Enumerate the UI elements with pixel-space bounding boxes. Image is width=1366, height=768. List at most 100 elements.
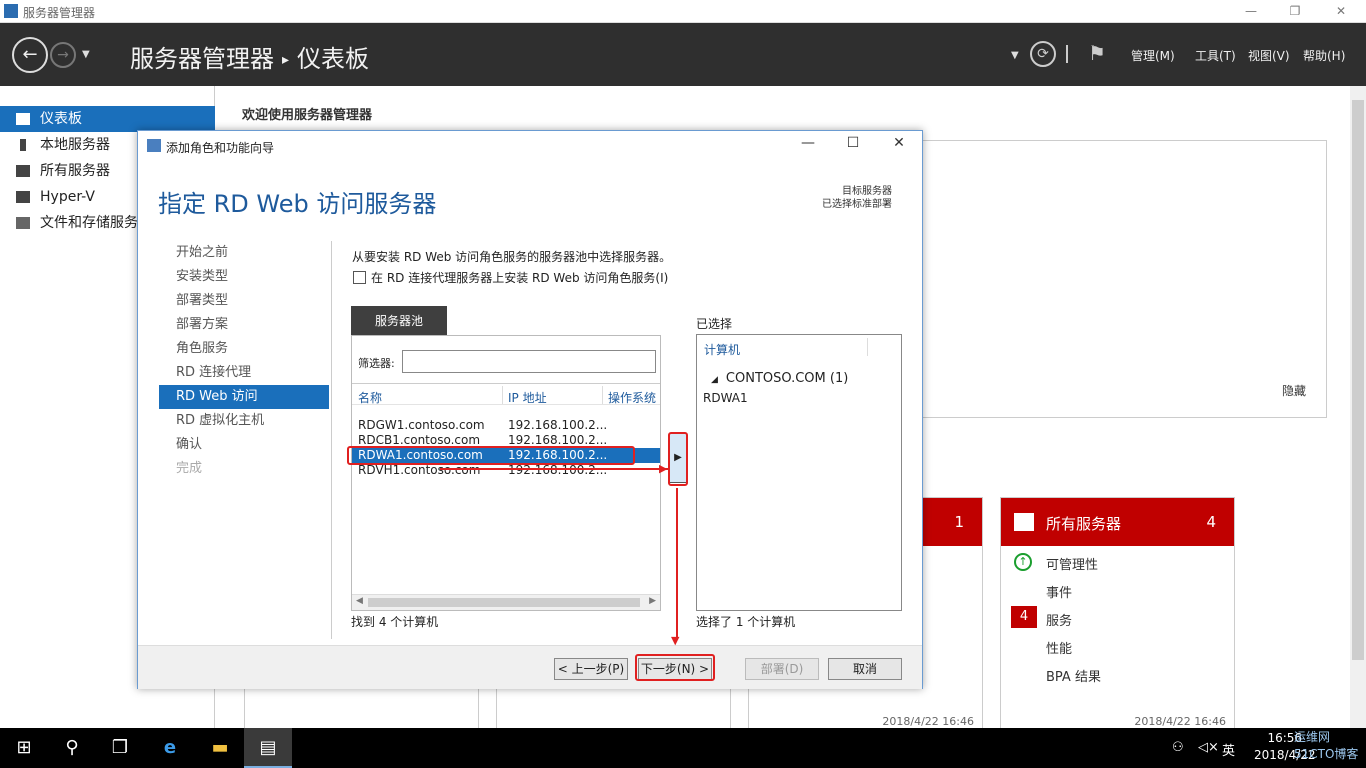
scroll-right-icon[interactable]: ▶ xyxy=(649,596,656,606)
server-name: RDGW1.contoso.com xyxy=(358,418,485,432)
internet-explorer-icon[interactable]: e xyxy=(146,728,194,768)
all-servers-tile-icon xyxy=(1014,513,1034,531)
annotation-highlight-add-button xyxy=(668,432,688,486)
dialog-maximize-button[interactable]: ☐ xyxy=(838,135,868,151)
input-method-indicator[interactable]: 英 xyxy=(1222,740,1235,759)
dialog-heading: 指定 RD Web 访问服务器 xyxy=(158,190,437,218)
scrollbar-thumb[interactable] xyxy=(1352,100,1364,660)
sidebar-item-label: 所有服务器 xyxy=(40,163,110,179)
annotation-highlight-next-button xyxy=(635,654,715,681)
cancel-button[interactable]: 取消 xyxy=(828,658,902,680)
annotation-arrow-horizontal xyxy=(440,468,668,470)
all-servers-tile-title: 所有服务器 xyxy=(1046,515,1122,533)
install-on-broker-label[interactable]: 在 RD 连接代理服务器上安装 RD Web 访问角色服务(I) xyxy=(371,269,668,286)
step-deployment-type[interactable]: 部署类型 xyxy=(159,289,329,313)
minimize-button[interactable]: — xyxy=(1228,0,1274,22)
step-rd-connection-broker[interactable]: RD 连接代理 xyxy=(159,361,329,385)
start-button[interactable]: ⊞ xyxy=(0,728,48,768)
sidebar-item-dashboard[interactable]: 仪表板 xyxy=(0,106,215,132)
breadcrumb-separator-icon: ▸ xyxy=(282,52,290,68)
target-server-label: 目标服务器 xyxy=(842,186,892,197)
step-rd-web-access[interactable]: RD Web 访问 xyxy=(159,385,329,409)
taskbar: ⊞ ⚲ ❐ e ▬ ▤ ⚇ ◁× 英 16:56 2018/4/22 运维网 5… xyxy=(0,728,1366,768)
watermark: 运维网 51CTO博客 xyxy=(1294,729,1358,763)
selected-column-computer[interactable]: 计算机 xyxy=(704,341,740,358)
manageability-ok-icon: ↑ xyxy=(1014,553,1032,571)
watermark-line1: 运维网 xyxy=(1294,730,1331,744)
server-pool-hscrollbar[interactable]: ◀ ▶ xyxy=(352,594,660,610)
previous-button[interactable]: < 上一步(P) xyxy=(554,658,628,680)
tile-row-services[interactable]: 服务 xyxy=(1046,610,1072,629)
target-server-value: 已选择标准部署 xyxy=(822,199,892,210)
scrollbar-thumb[interactable] xyxy=(368,598,640,607)
dialog-close-button[interactable]: ✕ xyxy=(884,135,914,151)
notification-flag-icon[interactable]: ⚑ xyxy=(1088,41,1106,65)
server-manager-taskbar-icon[interactable]: ▤ xyxy=(244,728,292,768)
step-before-begin[interactable]: 开始之前 xyxy=(159,241,329,265)
header-divider xyxy=(1066,45,1068,63)
scroll-left-icon[interactable]: ◀ xyxy=(356,596,363,606)
page-description: 从要安装 RD Web 访问角色服务的服务器池中选择服务器。 xyxy=(352,250,672,264)
filter-label: 筛选器: xyxy=(358,357,395,370)
close-button[interactable]: ✕ xyxy=(1318,0,1364,22)
welcome-heading: 欢迎使用服务器管理器 xyxy=(242,108,373,123)
column-os[interactable]: 操作系统 xyxy=(608,389,656,406)
notifications-dropdown-icon[interactable]: ▼ xyxy=(1011,50,1019,61)
selected-group[interactable]: ◢ CONTOSO.COM (1) xyxy=(711,371,848,386)
tile-row-events[interactable]: 事件 xyxy=(1046,582,1072,601)
tile-row-performance[interactable]: 性能 xyxy=(1046,638,1072,657)
column-name[interactable]: 名称 xyxy=(358,389,382,406)
watermark-line2: 51CTO博客 xyxy=(1294,747,1359,761)
window-title: 服务器管理器 xyxy=(23,6,96,20)
dialog-minimize-button[interactable]: — xyxy=(793,135,823,151)
server-pool-header: 名称 IP 地址 操作系统 xyxy=(352,383,660,405)
step-confirm[interactable]: 确认 xyxy=(159,433,329,457)
found-count: 找到 4 个计算机 xyxy=(351,615,439,629)
collapse-triangle-icon[interactable]: ◢ xyxy=(711,375,718,385)
hide-link[interactable]: 隐藏 xyxy=(1282,382,1306,399)
search-icon[interactable]: ⚲ xyxy=(48,728,96,768)
step-role-services[interactable]: 角色服务 xyxy=(159,337,329,361)
menu-manage[interactable]: 管理(M) xyxy=(1131,47,1175,64)
selected-group-label: CONTOSO.COM (1) xyxy=(725,371,849,386)
server-manager-icon xyxy=(4,4,18,18)
file-explorer-icon[interactable]: ▬ xyxy=(196,728,244,768)
all-servers-tile-header[interactable]: 所有服务器 4 xyxy=(1001,498,1234,546)
tile-row-bpa[interactable]: BPA 结果 xyxy=(1046,666,1101,685)
dashboard-icon xyxy=(16,113,30,125)
step-rd-virtualization-host[interactable]: RD 虚拟化主机 xyxy=(159,409,329,433)
menu-view[interactable]: 视图(V) xyxy=(1248,47,1290,64)
task-view-icon[interactable]: ❐ xyxy=(96,728,144,768)
step-install-type[interactable]: 安装类型 xyxy=(159,265,329,289)
install-on-broker-checkbox[interactable] xyxy=(353,271,366,284)
server-row-rdvh1[interactable]: RDVH1.contoso.com 192.168.100.2... xyxy=(352,463,660,478)
column-ip[interactable]: IP 地址 xyxy=(508,389,547,406)
maximize-button[interactable]: ❐ xyxy=(1272,0,1318,22)
tab-server-pool[interactable]: 服务器池 xyxy=(351,306,447,336)
menu-help[interactable]: 帮助(H) xyxy=(1303,47,1345,64)
history-dropdown-icon[interactable]: ▼ xyxy=(82,49,90,60)
menu-tools[interactable]: 工具(T) xyxy=(1195,47,1236,64)
main-scrollbar[interactable] xyxy=(1350,86,1366,728)
network-icon[interactable]: ⚇ xyxy=(1172,740,1184,755)
sidebar-item-label: Hyper-V xyxy=(40,189,95,205)
hyper-v-icon xyxy=(16,191,30,203)
breadcrumb-root: 服务器管理器 xyxy=(130,45,274,73)
forward-button[interactable]: → xyxy=(50,42,76,68)
dialog-title: 添加角色和功能向导 xyxy=(166,141,275,155)
step-deployment-scenario[interactable]: 部署方案 xyxy=(159,313,329,337)
sidebar-item-label: 文件和存储服务 xyxy=(40,215,138,231)
all-servers-tile[interactable]: 所有服务器 4 ↑ 可管理性 事件 4 服务 性能 BPA 结果 2018/4/… xyxy=(1000,497,1235,729)
sidebar-item-label: 本地服务器 xyxy=(40,137,110,153)
server-row-rdgw1[interactable]: RDGW1.contoso.com 192.168.100.2... xyxy=(352,418,660,433)
breadcrumb-current: 仪表板 xyxy=(297,45,370,73)
target-server-info: 目标服务器 已选择标准部署 xyxy=(822,185,892,211)
volume-muted-icon[interactable]: ◁× xyxy=(1198,740,1219,755)
annotation-highlight-rdwa1 xyxy=(347,446,635,465)
back-button[interactable]: ← xyxy=(12,37,48,73)
refresh-icon[interactable]: ⟳ xyxy=(1030,41,1056,67)
selected-item-rdwa1[interactable]: RDWA1 xyxy=(703,391,748,405)
annotation-arrowhead-right-icon: ▶ xyxy=(659,462,668,475)
filter-input[interactable] xyxy=(402,350,656,373)
tile-row-manageability[interactable]: 可管理性 xyxy=(1046,554,1098,573)
